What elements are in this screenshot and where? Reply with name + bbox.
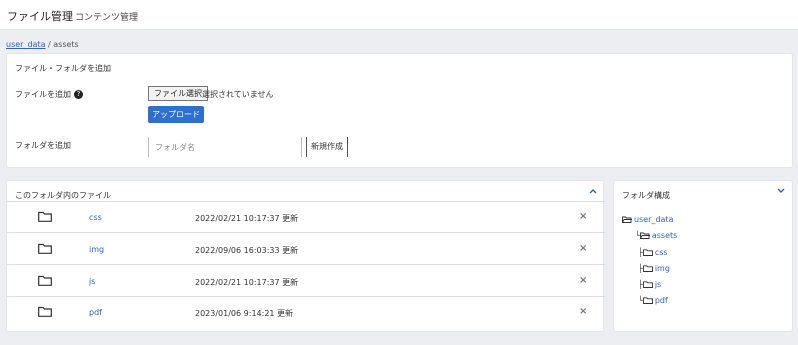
folder-icon bbox=[38, 243, 52, 254]
delete-icon[interactable]: × bbox=[579, 211, 587, 222]
file-updated: 2023/01/06 9:14:21 更新 bbox=[195, 309, 294, 318]
tree-node-label: assets bbox=[651, 231, 678, 240]
chevron-up-icon[interactable] bbox=[589, 188, 597, 194]
delete-icon[interactable]: × bbox=[579, 275, 587, 286]
file-name-link[interactable]: css bbox=[89, 213, 102, 222]
files-panel-title: このフォルダ内のファイル bbox=[15, 191, 111, 200]
tree-node-css[interactable]: ├ css bbox=[638, 248, 668, 257]
tree-node-js[interactable]: ├ js bbox=[638, 280, 661, 289]
breadcrumb-current: assets bbox=[53, 40, 79, 49]
tree-root-label: user_data bbox=[634, 215, 674, 224]
file-name-link[interactable]: pdf bbox=[89, 308, 102, 317]
file-updated: 2022/02/21 10:17:37 更新 bbox=[195, 214, 299, 223]
tree-node-label: pdf bbox=[654, 296, 668, 305]
add-file-label: ファイルを追加? bbox=[15, 89, 83, 100]
tree-panel-title: フォルダ構成 bbox=[622, 191, 670, 200]
folder-open-icon bbox=[639, 232, 650, 239]
folder-icon bbox=[38, 306, 52, 317]
create-folder-button[interactable]: 新規作成 bbox=[306, 137, 348, 157]
help-icon[interactable]: ? bbox=[74, 90, 83, 99]
folder-icon bbox=[642, 265, 653, 272]
choose-file-button[interactable]: ファイル選択 bbox=[148, 86, 208, 101]
tree-node-label: img bbox=[654, 264, 670, 273]
tree-node-label: js bbox=[654, 280, 662, 289]
tree-root[interactable]: user_data bbox=[622, 215, 673, 224]
tree-node-label: css bbox=[654, 248, 668, 257]
page-title: ファイル管理 bbox=[7, 10, 73, 23]
tree-node-img[interactable]: ├ img bbox=[638, 264, 670, 273]
delete-icon[interactable]: × bbox=[579, 243, 587, 254]
tree-node-pdf[interactable]: └ pdf bbox=[638, 296, 668, 305]
folder-open-icon bbox=[622, 216, 632, 223]
folder-icon bbox=[642, 297, 653, 304]
upload-button[interactable]: アップロード bbox=[148, 106, 204, 123]
folder-icon bbox=[642, 281, 653, 288]
delete-icon[interactable]: × bbox=[579, 306, 587, 317]
folder-name-input[interactable] bbox=[148, 137, 302, 157]
folder-tree-panel: フォルダ構成 user_data └ assets ├ css ├ img ├ js └… bbox=[613, 180, 793, 332]
folder-icon bbox=[38, 211, 52, 222]
file-updated: 2022/02/21 10:17:37 更新 bbox=[195, 278, 299, 287]
folder-icon bbox=[38, 275, 52, 286]
page-subtitle: コンテンツ管理 bbox=[75, 13, 139, 23]
file-name-link[interactable]: js bbox=[89, 277, 95, 286]
tree-node-assets[interactable]: └ assets bbox=[635, 231, 677, 240]
breadcrumb: user_data / assets bbox=[6, 40, 79, 49]
add-folder-label: フォルダを追加 bbox=[15, 141, 71, 150]
app-header: ファイル管理 コンテンツ管理 bbox=[0, 0, 798, 30]
add-file-label-text: ファイルを追加 bbox=[15, 90, 71, 99]
add-panel: ファイル・フォルダを追加 ファイルを追加? ファイル選択 選択されていません ア… bbox=[6, 53, 793, 168]
file-updated: 2022/09/06 16:03:33 更新 bbox=[195, 246, 299, 255]
table-row: css 2022/02/21 10:17:37 更新 × bbox=[7, 202, 605, 233]
no-file-text: 選択されていません bbox=[202, 90, 274, 99]
add-panel-title: ファイル・フォルダを追加 bbox=[15, 64, 111, 73]
folder-icon bbox=[642, 249, 653, 256]
table-row: js 2022/02/21 10:17:37 更新 × bbox=[7, 266, 605, 297]
files-panel: このフォルダ内のファイル css 2022/02/21 10:17:37 更新 … bbox=[6, 180, 605, 332]
file-name-link[interactable]: img bbox=[89, 245, 104, 254]
chevron-down-icon[interactable] bbox=[777, 188, 785, 194]
table-row: pdf 2023/01/06 9:14:21 更新 × bbox=[7, 297, 605, 328]
table-row: img 2022/09/06 16:03:33 更新 × bbox=[7, 234, 605, 265]
breadcrumb-root-link[interactable]: user_data bbox=[6, 40, 45, 49]
